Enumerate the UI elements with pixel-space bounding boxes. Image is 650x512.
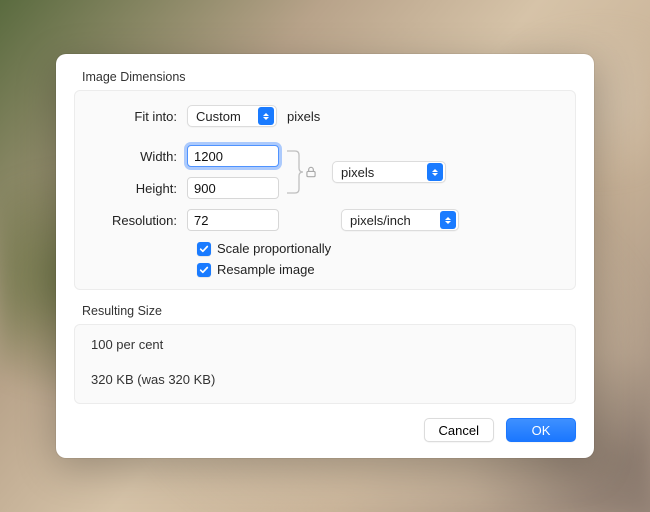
width-input[interactable] [187,145,279,167]
resulting-size-group: 100 per cent 320 KB (was 320 KB) [74,324,576,404]
fit-into-unit: pixels [277,109,320,124]
link-bracket [285,145,318,199]
adjust-size-dialog: Image Dimensions Fit into: Custom pixels… [56,54,594,458]
fit-into-value: Custom [196,109,254,124]
cancel-button[interactable]: Cancel [424,418,494,442]
resolution-unit-popup[interactable]: pixels/inch [341,209,459,231]
chevron-updown-icon [427,163,443,181]
resulting-size-heading: Resulting Size [82,304,576,318]
lock-icon[interactable] [304,165,318,179]
image-dimensions-group: Fit into: Custom pixels Width: Height: [74,90,576,290]
chevron-updown-icon [440,211,456,229]
height-input[interactable] [187,177,279,199]
chevron-updown-icon [258,107,274,125]
fit-into-label: Fit into: [91,109,187,124]
ok-button[interactable]: OK [506,418,576,442]
fit-into-popup[interactable]: Custom [187,105,277,127]
wh-unit-popup[interactable]: pixels [332,161,446,183]
wh-unit-value: pixels [341,165,423,180]
image-dimensions-heading: Image Dimensions [82,70,576,84]
resample-image-checkbox[interactable] [197,263,211,277]
result-filesize: 320 KB (was 320 KB) [91,372,559,387]
resolution-label: Resolution: [91,213,187,228]
width-label: Width: [91,149,187,164]
scale-proportionally-label: Scale proportionally [217,241,331,256]
result-percent: 100 per cent [91,337,559,352]
scale-proportionally-checkbox[interactable] [197,242,211,256]
resolution-input[interactable] [187,209,279,231]
resolution-unit-value: pixels/inch [350,213,436,228]
height-label: Height: [91,181,187,196]
resample-image-label: Resample image [217,262,315,277]
